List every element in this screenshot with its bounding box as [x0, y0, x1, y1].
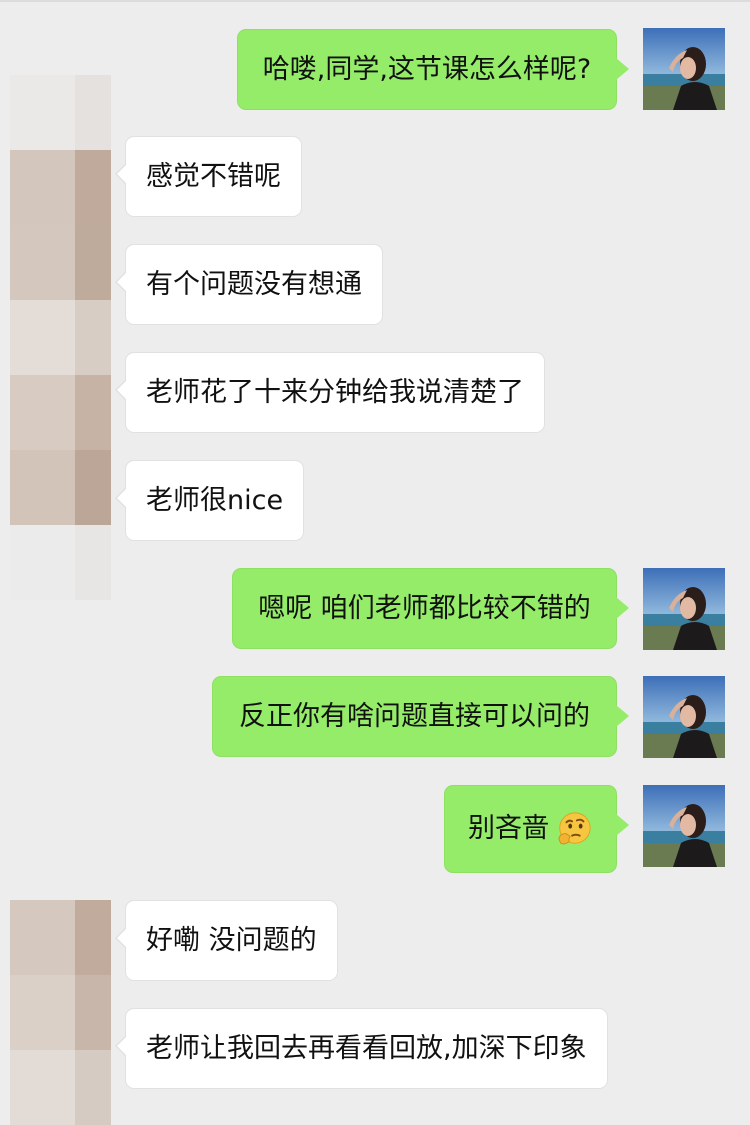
message-bubble-received[interactable]: 感觉不错呢 [115, 136, 302, 217]
profile-photo-avatar[interactable] [643, 676, 725, 758]
profile-photo-avatar[interactable] [643, 28, 725, 110]
message-text: 有个问题没有想通 [146, 268, 362, 300]
message-bubble-sent[interactable]: 哈喽,同学,这节课怎么样呢? [237, 29, 629, 110]
message-text: 感觉不错呢 [146, 160, 281, 192]
message-text: 好嘞 没问题的 [146, 924, 317, 956]
avatar-photo-icon [643, 676, 725, 758]
avatar-photo-icon [643, 785, 725, 867]
message-text: 老师让我回去再看看回放,加深下印象 [146, 1032, 587, 1064]
message-bubble-received[interactable]: 老师花了十来分钟给我说清楚了 [115, 352, 545, 433]
message-bubble-received[interactable]: 好嘞 没问题的 [115, 900, 338, 981]
avatar-photo-icon [643, 28, 725, 110]
message-bubble-received[interactable]: 有个问题没有想通 [115, 244, 383, 325]
message-text: 反正你有啥问题直接可以问的 [239, 700, 590, 732]
message-bubble-sent[interactable]: 反正你有啥问题直接可以问的 [212, 676, 629, 757]
message-bubble-sent[interactable]: 嗯呢 咱们老师都比较不错的 [232, 568, 629, 649]
pixelated-avatar[interactable] [10, 900, 111, 1125]
top-divider [0, 0, 750, 2]
thinking-face-emoji-icon [558, 812, 591, 845]
message-text: 哈喽,同学,这节课怎么样呢? [262, 53, 592, 85]
message-text: 别吝啬 [468, 813, 549, 844]
profile-photo-avatar[interactable] [643, 568, 725, 650]
message-text: 老师花了十来分钟给我说清楚了 [146, 376, 524, 408]
message-text: 嗯呢 咱们老师都比较不错的 [258, 592, 591, 624]
pixelated-avatar[interactable] [10, 75, 111, 600]
message-bubble-received[interactable]: 老师很nice [114, 460, 305, 541]
avatar-photo-icon [643, 568, 725, 650]
message-bubble-received[interactable]: 老师让我回去再看看回放,加深下印象 [115, 1008, 608, 1089]
message-bubble-sent[interactable]: 别吝啬 [444, 785, 629, 873]
message-text: 老师很nice [146, 484, 284, 516]
profile-photo-avatar[interactable] [643, 785, 725, 867]
